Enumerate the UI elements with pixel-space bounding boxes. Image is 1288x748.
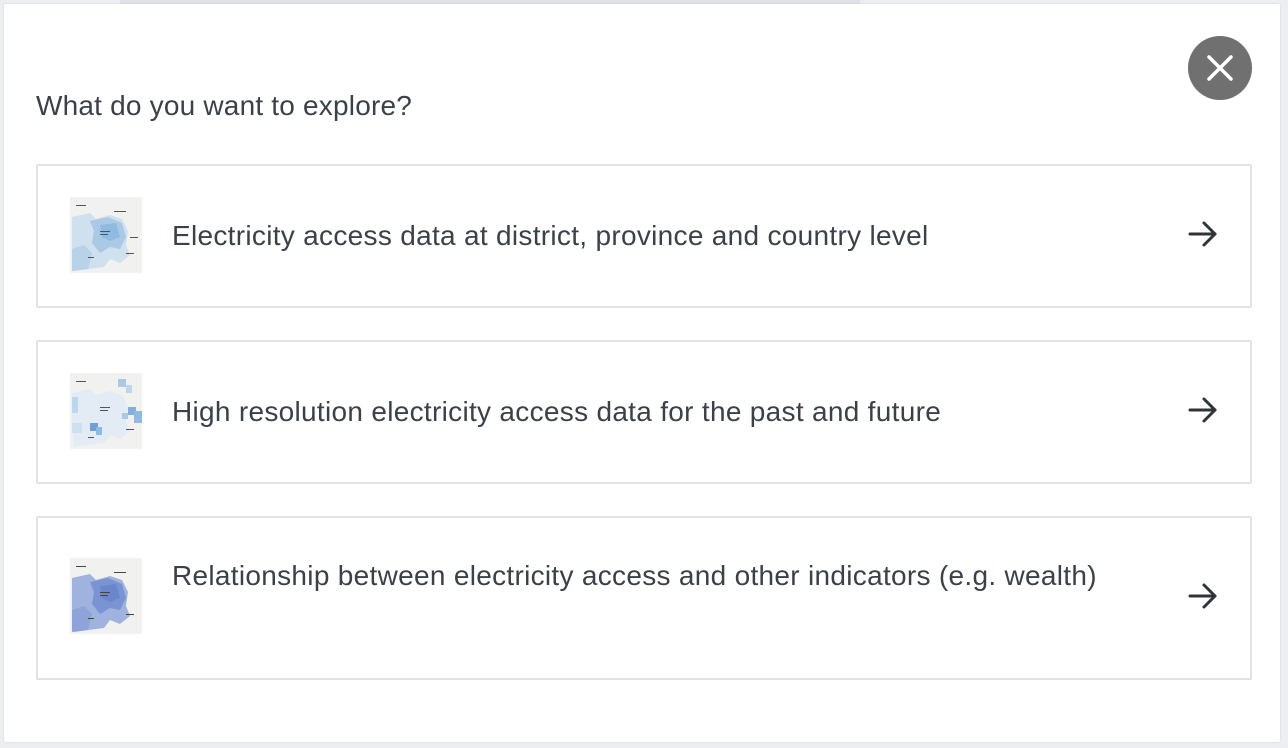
high-resolution-map-thumbnail bbox=[70, 373, 142, 449]
option-label: High resolution electricity access data … bbox=[172, 396, 942, 427]
option-relationship-indicators[interactable]: Relationship between electricity access … bbox=[36, 516, 1252, 680]
close-icon bbox=[1207, 55, 1233, 81]
option-district-province-country[interactable]: Electricity access data at district, pro… bbox=[36, 164, 1252, 308]
relationship-map-thumbnail bbox=[70, 558, 142, 634]
option-high-resolution[interactable]: High resolution electricity access data … bbox=[36, 340, 1252, 484]
close-button[interactable] bbox=[1188, 36, 1252, 100]
arrow-right-icon bbox=[1188, 221, 1217, 247]
arrow-right-icon bbox=[1188, 583, 1217, 609]
dialog-title: What do you want to explore? bbox=[36, 90, 413, 121]
option-label: Electricity access data at district, pro… bbox=[172, 220, 929, 251]
arrow-right-icon bbox=[1188, 397, 1217, 423]
district-province-country-map-thumbnail bbox=[70, 197, 142, 273]
option-label: Relationship between electricity access … bbox=[172, 560, 1097, 591]
explore-dialog: What do you want to explore? Electricity… bbox=[4, 4, 1280, 742]
